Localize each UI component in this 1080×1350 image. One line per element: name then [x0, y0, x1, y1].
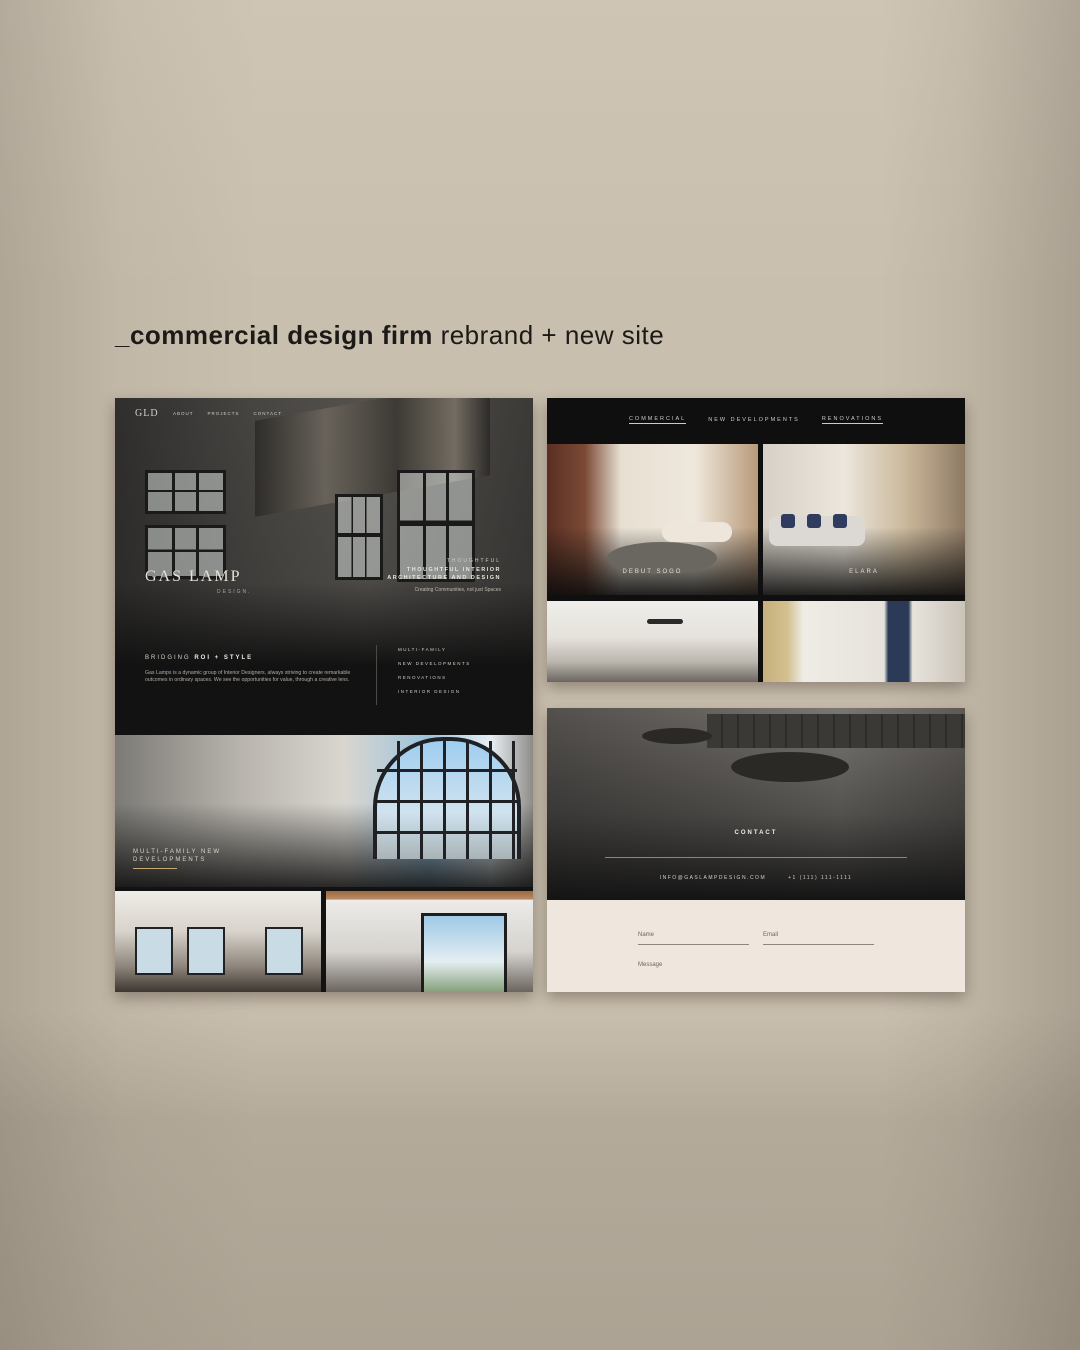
service-item[interactable]: INTERIOR DESIGN — [398, 689, 471, 703]
email-field[interactable]: Email — [763, 932, 778, 938]
table-shape — [731, 752, 849, 782]
service-item[interactable]: MULTI-FAMILY — [398, 647, 471, 661]
projects-page-mockup: COMMERCIAL NEW DEVELOPMENTS RENOVATIONS … — [547, 398, 965, 682]
thumb-window — [135, 927, 173, 975]
tab-new-developments[interactable]: NEW DEVELOPMENTS — [708, 417, 800, 424]
booth-seating — [707, 714, 965, 748]
tagline-main: THOUGHTFUL INTERIOR ARCHITECTURE AND DES… — [387, 567, 501, 581]
project-label: DEBUT SOGO — [622, 569, 683, 575]
thumb-window — [265, 927, 303, 975]
nav-about[interactable]: ABOUT — [173, 411, 194, 416]
headline-light: rebrand + new site — [432, 320, 665, 350]
feature-label[interactable]: MULTI-FAMILY NEW DEVELOPMENTS — [133, 848, 253, 864]
project-card-4[interactable] — [763, 601, 965, 682]
project-label: ELARA — [849, 569, 879, 575]
email-field-line — [763, 944, 874, 945]
tab-commercial[interactable]: COMMERCIAL — [628, 416, 687, 424]
hero-window — [145, 470, 226, 514]
pillow-shape — [781, 514, 795, 528]
projects-nav: COMMERCIAL NEW DEVELOPMENTS RENOVATIONS — [547, 398, 965, 442]
name-field-line — [638, 944, 749, 945]
multifamily-photo[interactable] — [115, 735, 533, 887]
contact-divider — [605, 857, 907, 858]
contact-email[interactable]: INFO@GASLAMPDESIGN.COM — [660, 875, 766, 881]
message-field[interactable]: Message — [638, 962, 662, 968]
arched-window — [373, 737, 521, 859]
thumb-window — [421, 913, 507, 992]
project-card-3[interactable] — [547, 601, 758, 682]
logo[interactable]: GLD — [135, 408, 159, 419]
service-item[interactable]: RENOVATIONS — [398, 675, 471, 689]
project-card-debut-sogo[interactable]: DEBUT SOGO — [547, 444, 758, 595]
contact-phone[interactable]: +1 (111) 111-1111 — [788, 875, 852, 881]
pillow-shape — [833, 514, 847, 528]
thumb-window — [187, 927, 225, 975]
bridging-title: BRIDGING ROI + STYLE — [145, 655, 253, 661]
headline-bold: _commercial design firm — [115, 320, 433, 350]
tagline-sub: Creating Communities, not just Spaces — [414, 587, 501, 593]
brand-sub: DESIGN. — [217, 589, 252, 595]
contact-info: INFO@GASLAMPDESIGN.COM +1 (111) 111-1111 — [547, 875, 965, 881]
nav-contact[interactable]: CONTACT — [254, 411, 282, 416]
bridging-body: Gas Lamps is a dynamic group of Interior… — [145, 670, 351, 683]
table-shape — [642, 728, 712, 744]
bridging-prefix: BRIDGING — [145, 655, 195, 661]
services-divider — [376, 645, 377, 705]
home-nav: ABOUT PROJECTS CONTACT — [173, 411, 282, 416]
contact-title: CONTACT — [734, 830, 778, 836]
tab-renovations[interactable]: RENOVATIONS — [821, 416, 884, 424]
bridging-bold: ROI + STYLE — [194, 655, 254, 661]
headline: _commercial design firm rebrand + new si… — [115, 320, 664, 351]
services-list: MULTI-FAMILY NEW DEVELOPMENTS RENOVATION… — [398, 647, 471, 703]
project-card-elara[interactable]: ELARA — [763, 444, 965, 595]
gallery-thumb-lobby[interactable] — [326, 891, 533, 992]
pillow-shape — [807, 514, 821, 528]
name-field[interactable]: Name — [638, 932, 654, 938]
ceiling-fan-shape — [647, 619, 683, 624]
tagline-small: THOUGHTFUL — [446, 558, 501, 564]
gallery-thumb-living-room[interactable] — [115, 891, 321, 992]
feature-underline — [133, 868, 177, 869]
sofa-shape — [662, 522, 732, 542]
nav-projects[interactable]: PROJECTS — [208, 411, 240, 416]
home-page-mockup: GLD ABOUT PROJECTS CONTACT GAS LAMP DESI… — [115, 398, 533, 992]
contact-photo — [547, 708, 965, 900]
service-item[interactable]: NEW DEVELOPMENTS — [398, 661, 471, 675]
brand-name: GAS LAMP — [145, 568, 242, 585]
contact-page-mockup: CONTACT INFO@GASLAMPDESIGN.COM +1 (111) … — [547, 708, 965, 992]
